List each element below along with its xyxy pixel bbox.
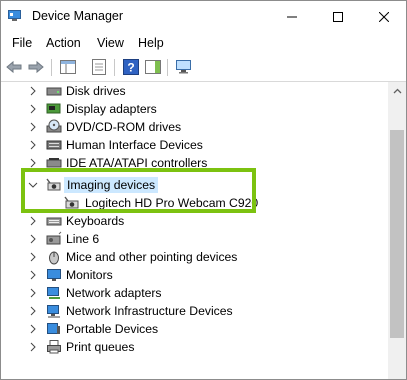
- menu-bar: File Action View Help: [1, 32, 406, 54]
- chevron-right-icon[interactable]: [28, 269, 38, 281]
- monitor-scan-icon: [176, 60, 191, 74]
- tree-item-label: Monitors: [66, 268, 113, 282]
- device-manager-window: Device Manager File Action View Help ? D…: [0, 0, 407, 380]
- tree-item-line-6[interactable]: Line 6: [1, 230, 388, 248]
- tree-item-label: Human Interface Devices: [66, 138, 203, 152]
- monitor-icon: [47, 269, 61, 281]
- tree-item-label: DVD/CD-ROM drives: [66, 120, 182, 134]
- toolbar-separator: [167, 59, 168, 76]
- device-manager-icon: [8, 10, 21, 21]
- action-pane-button[interactable]: [144, 58, 162, 76]
- scan-hardware-button[interactable]: [175, 58, 193, 76]
- scroll-up-arrow-icon: [393, 88, 401, 93]
- maximize-icon: [333, 11, 343, 22]
- scrollbar-thumb[interactable]: [390, 130, 404, 338]
- tree-item-label: Mice and other pointing devices: [66, 250, 238, 264]
- toolbar: ?: [1, 54, 406, 82]
- tree-item-display-adapters[interactable]: Display adapters: [1, 100, 388, 118]
- tree-item-disk-drives[interactable]: Disk drives: [1, 82, 388, 100]
- chevron-right-icon[interactable]: [28, 215, 38, 227]
- chevron-right-icon[interactable]: [28, 233, 38, 245]
- audio-device-icon: [46, 231, 62, 245]
- action-pane-icon: [145, 60, 161, 74]
- tree-item-label: Print queues: [66, 340, 135, 354]
- dvd-drive-icon: [46, 119, 62, 133]
- tree-item-network-adapters[interactable]: Network adapters: [1, 284, 388, 302]
- tree-item-human-interface-devices[interactable]: Human Interface Devices: [1, 136, 388, 154]
- disk-drive-icon: [46, 87, 62, 96]
- chevron-right-icon[interactable]: [28, 305, 38, 317]
- show-hide-console-tree-button[interactable]: [59, 58, 77, 76]
- minimize-button[interactable]: [269, 1, 315, 32]
- network-device-icon: [47, 305, 60, 318]
- network-adapter-icon: [47, 287, 60, 299]
- scroll-up-button[interactable]: [388, 82, 406, 99]
- device-tree[interactable]: Disk drives Display adapters DVD/CD-ROM …: [1, 82, 388, 379]
- chevron-right-icon[interactable]: [28, 139, 38, 151]
- mouse-icon: [49, 251, 59, 265]
- toolbar-separator: [114, 59, 115, 76]
- highlight-box: [21, 168, 256, 213]
- tree-item-mice[interactable]: Mice and other pointing devices: [1, 248, 388, 266]
- properties-button[interactable]: [90, 58, 108, 76]
- tree-item-label: Line 6: [66, 232, 100, 246]
- tree-item-label: Display adapters: [66, 102, 157, 116]
- close-icon: [379, 11, 389, 22]
- printer-icon: [47, 340, 61, 354]
- back-arrow-icon: [6, 60, 22, 74]
- tree-item-label: Disk drives: [66, 84, 126, 98]
- tree-item-dvd-cd-rom-drives[interactable]: DVD/CD-ROM drives: [1, 118, 388, 136]
- help-icon: ?: [123, 59, 139, 75]
- tree-item-label: Network Infrastructure Devices: [66, 304, 233, 318]
- console-tree-icon: [60, 60, 76, 74]
- tree-item-label: Network adapters: [66, 286, 162, 300]
- portable-device-icon: [47, 323, 60, 334]
- chevron-right-icon[interactable]: [28, 121, 38, 133]
- chevron-right-icon[interactable]: [28, 251, 38, 263]
- title-bar[interactable]: Device Manager: [1, 1, 406, 32]
- minimize-icon: [287, 16, 297, 17]
- chevron-right-icon[interactable]: [28, 103, 38, 115]
- menu-view[interactable]: View: [97, 36, 124, 50]
- tree-item-label: Keyboards: [66, 214, 125, 228]
- help-button[interactable]: ?: [122, 58, 140, 76]
- tree-item-print-queues[interactable]: Print queues: [1, 338, 388, 356]
- hid-icon: [46, 140, 62, 150]
- tree-item-monitors[interactable]: Monitors: [1, 266, 388, 284]
- close-button[interactable]: [361, 1, 406, 32]
- vertical-scrollbar[interactable]: [388, 82, 406, 379]
- chevron-right-icon[interactable]: [28, 85, 38, 97]
- display-adapter-icon: [46, 103, 61, 114]
- chevron-right-icon[interactable]: [28, 323, 38, 335]
- menu-action[interactable]: Action: [46, 36, 81, 50]
- maximize-button[interactable]: [315, 1, 361, 32]
- properties-icon: [92, 59, 106, 75]
- svg-text:?: ?: [127, 61, 134, 75]
- back-button[interactable]: [5, 58, 23, 76]
- toolbar-separator: [51, 59, 52, 76]
- chevron-right-icon[interactable]: [28, 341, 38, 353]
- menu-file[interactable]: File: [12, 36, 32, 50]
- keyboard-icon: [46, 217, 62, 226]
- chevron-right-icon[interactable]: [28, 287, 38, 299]
- window-title: Device Manager: [32, 9, 124, 23]
- tree-item-keyboards[interactable]: Keyboards: [1, 212, 388, 230]
- forward-button[interactable]: [27, 58, 45, 76]
- tree-item-network-infrastructure-devices[interactable]: Network Infrastructure Devices: [1, 302, 388, 320]
- forward-arrow-icon: [28, 60, 44, 74]
- tree-item-portable-devices[interactable]: Portable Devices: [1, 320, 388, 338]
- tree-item-label: Portable Devices: [66, 322, 159, 336]
- menu-help[interactable]: Help: [138, 36, 164, 50]
